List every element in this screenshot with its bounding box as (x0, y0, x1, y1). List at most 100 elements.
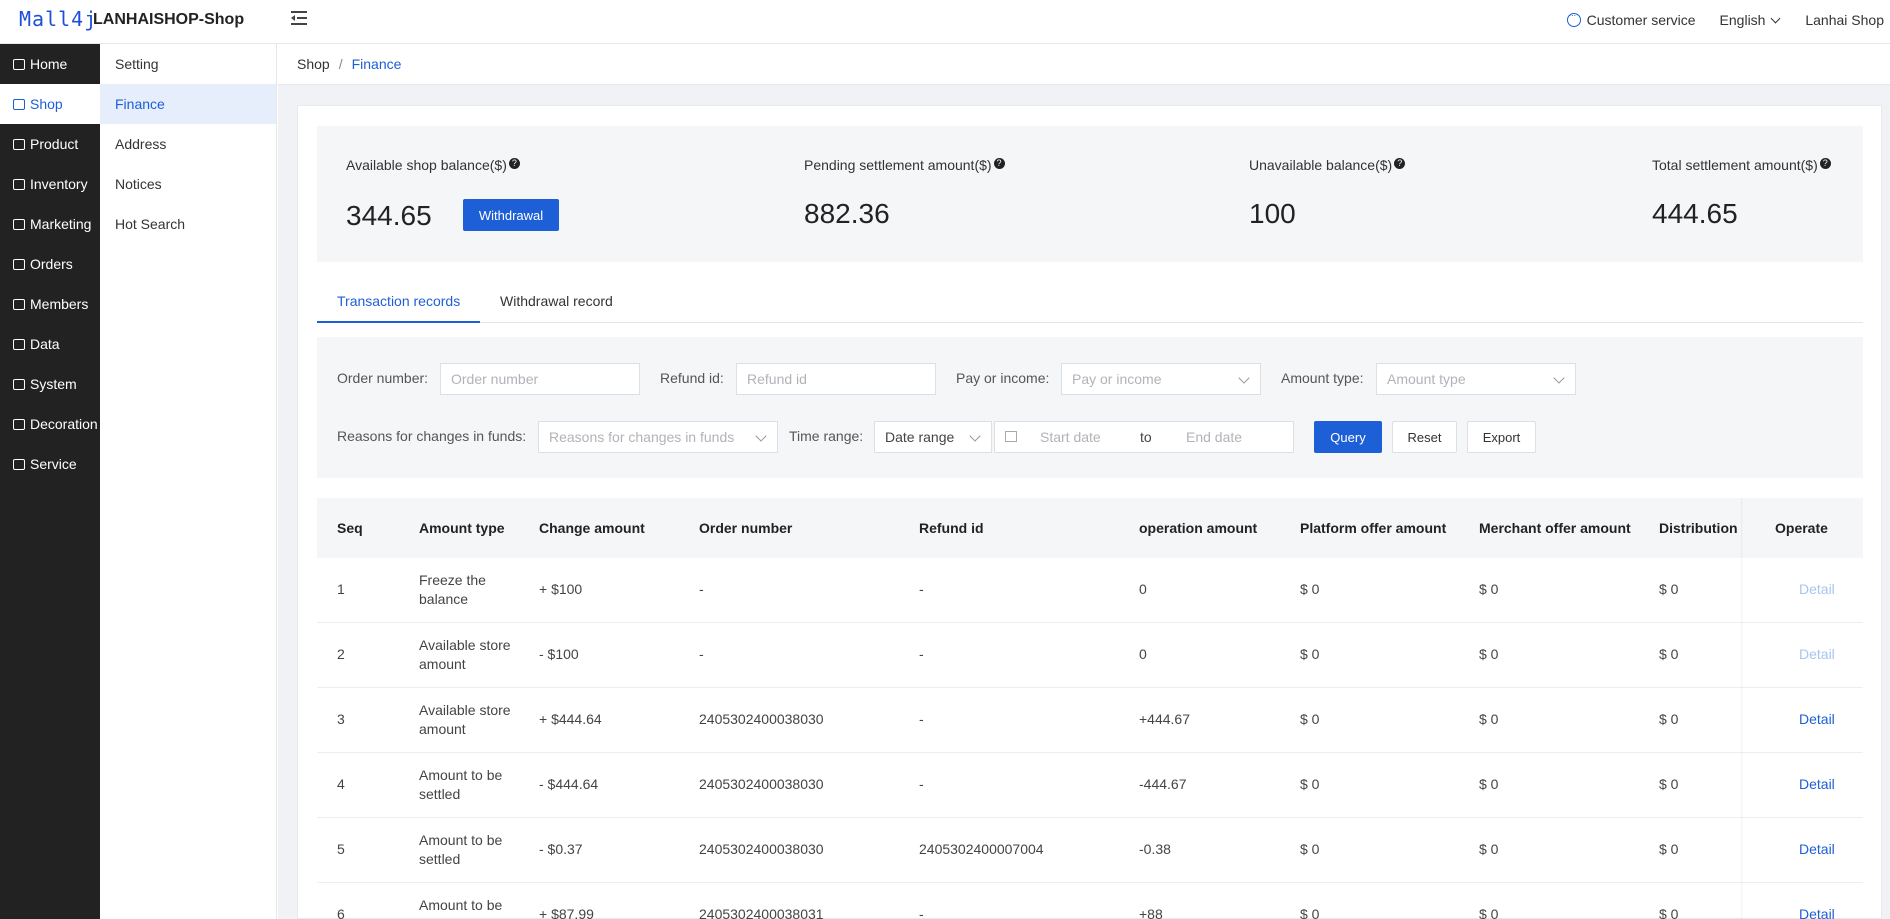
time-range-label: Time range: (789, 428, 864, 444)
sidebar-item-members[interactable]: Members (0, 284, 100, 324)
column-header: Platform offer amount (1300, 520, 1447, 536)
tab-transaction-records[interactable]: Transaction records (317, 283, 480, 323)
cell-seq: 6 (337, 906, 345, 919)
cell-amount-type: Amount to be settled (419, 897, 503, 919)
user-menu[interactable]: Lanhai Shop (1805, 12, 1884, 28)
subnav-item-hot-search[interactable]: Hot Search (100, 204, 276, 244)
chat-icon (1566, 8, 1581, 27)
cell-operation: +88 (1139, 906, 1163, 919)
sidebar-item-service[interactable]: Service (0, 444, 100, 484)
cell-refund: - (919, 776, 924, 792)
table-row: 5 Amount to be settled - $0.37 240530240003… (317, 818, 1863, 883)
sidebar-item-label: Orders (30, 256, 73, 272)
subnav-item-notices[interactable]: Notices (100, 164, 276, 204)
sidebar-item-label: Shop (30, 96, 63, 112)
refund-id-input[interactable]: Refund id (736, 363, 936, 395)
cell-operation: 0 (1139, 581, 1147, 597)
reset-button[interactable]: Reset (1392, 421, 1457, 453)
reasons-placeholder: Reasons for changes in funds (549, 429, 735, 445)
cell-change: - $444.64 (539, 776, 599, 792)
sidebar-item-inventory[interactable]: Inventory (0, 164, 100, 204)
column-header: Change amount (539, 520, 645, 536)
filter-panel: Order number: Order number Refund id: Re… (317, 337, 1863, 478)
pay-income-label: Pay or income: (956, 370, 1050, 386)
amount-type-select[interactable]: Amount type (1376, 363, 1576, 395)
cell-change: + $444.64 (539, 711, 602, 727)
unavailable-balance-value: 100 (1249, 198, 1296, 229)
available-balance-label: Available shop balance($)? (346, 157, 520, 173)
withdrawal-button[interactable]: Withdrawal (463, 199, 559, 231)
breadcrumb-separator: / (338, 56, 343, 72)
cell-change: + $100 (539, 581, 583, 597)
sidebar-item-label: Members (30, 296, 89, 312)
cell-order: 2405302400038030 (699, 776, 824, 792)
cell-amount-type: Available store amount (419, 702, 511, 737)
detail-link[interactable]: Detail (1799, 711, 1835, 727)
table-row: 1 Freeze the balance + $100 - - 0 $ 0 $ 0 $ 0 Det… (317, 558, 1863, 623)
sidebar-item-label: Product (30, 136, 79, 152)
total-settlement-label: Total settlement amount($)? (1652, 157, 1831, 173)
order-number-input[interactable]: Order number (440, 363, 640, 395)
sidebar-item-product[interactable]: Product (0, 124, 100, 164)
decoration-icon (13, 418, 25, 430)
chevron-down-icon (1770, 13, 1781, 24)
sidebar-item-orders[interactable]: Orders (0, 244, 100, 284)
cell-seq: 3 (337, 711, 345, 727)
help-icon[interactable]: ? (993, 158, 1005, 169)
cell-merchant: $ 0 (1479, 711, 1499, 727)
sidebar-item-system[interactable]: System (0, 364, 100, 404)
end-date-input[interactable]: End date (1186, 422, 1242, 452)
subnav-item-finance[interactable]: Finance (100, 84, 276, 124)
cell-platform: $ 0 (1300, 841, 1320, 857)
breadcrumb-root[interactable]: Shop (297, 56, 330, 72)
sidebar-item-label: Decoration (30, 416, 98, 432)
breadcrumb-current: Finance (351, 56, 402, 72)
time-range-select[interactable]: Date range (874, 421, 992, 453)
date-range-picker[interactable]: Start date to End date (994, 421, 1294, 453)
pay-income-placeholder: Pay or income (1072, 371, 1162, 387)
help-icon[interactable]: ? (508, 158, 520, 169)
chevron-down-icon (755, 430, 767, 442)
orders-icon (13, 258, 25, 270)
product-icon (13, 138, 25, 150)
balance-summary: Available shop balance($)? 344.65 Pendin… (317, 126, 1863, 262)
detail-link[interactable]: Detail (1799, 776, 1835, 792)
cell-order: 2405302400038030 (699, 711, 824, 727)
sidebar-item-shop[interactable]: Shop (0, 84, 100, 124)
cell-seq: 4 (337, 776, 345, 792)
pay-income-select[interactable]: Pay or income (1061, 363, 1261, 395)
total-settlement-value: 444.65 (1652, 198, 1738, 229)
cell-change: - $100 (539, 646, 579, 662)
help-icon[interactable]: ? (1819, 158, 1831, 169)
table-row: 2 Available store amount - $100 - - 0 $ 0 $ 0 $ … (317, 623, 1863, 688)
order-number-label: Order number: (337, 370, 429, 386)
cell-amount-type: Freeze the balance (419, 572, 486, 607)
help-icon[interactable]: ? (1394, 158, 1406, 169)
data-icon (13, 338, 25, 350)
export-button[interactable]: Export (1467, 421, 1536, 453)
subnav-item-setting[interactable]: Setting (100, 44, 276, 84)
column-header: operation amount (1139, 520, 1258, 536)
customer-service-link[interactable]: Customer service (1566, 8, 1696, 28)
sidebar-item-data[interactable]: Data (0, 324, 100, 364)
start-date-input[interactable]: Start date (1040, 422, 1101, 452)
cell-order: - (699, 581, 704, 597)
customer-service-label: Customer service (1586, 12, 1696, 28)
query-button[interactable]: Query (1314, 421, 1382, 453)
language-select[interactable]: English (1720, 12, 1781, 28)
detail-link[interactable]: Detail (1799, 841, 1835, 857)
detail-link[interactable]: Detail (1799, 906, 1835, 919)
subnav-item-address[interactable]: Address (100, 124, 276, 164)
cell-change: - $0.37 (539, 841, 583, 857)
shop-icon (13, 98, 25, 110)
tab-withdrawal-record[interactable]: Withdrawal record (500, 283, 613, 323)
sidebar-item-home[interactable]: Home (0, 44, 100, 84)
sidebar-item-marketing[interactable]: Marketing (0, 204, 100, 244)
table-row: 3 Available store amount + $444.64 24053024… (317, 688, 1863, 753)
sidebar-item-decoration[interactable]: Decoration (0, 404, 100, 444)
collapse-menu-icon[interactable] (290, 9, 308, 27)
cell-distribution: $ 0 (1659, 711, 1679, 727)
reasons-select[interactable]: Reasons for changes in funds (538, 421, 778, 453)
sidebar-item-label: Service (30, 456, 77, 472)
record-tabs: Transaction records Withdrawal record (317, 283, 1863, 323)
